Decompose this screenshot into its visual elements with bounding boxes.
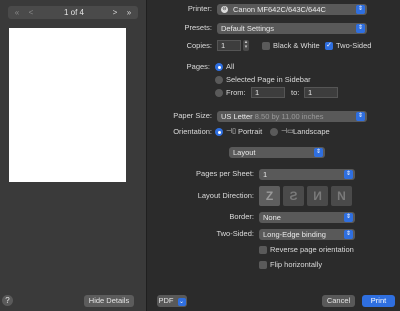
help-button[interactable]: ? bbox=[2, 295, 13, 306]
printer-value: Canon MF642C/643C/644C bbox=[233, 5, 326, 14]
border-label: Border: bbox=[229, 212, 254, 221]
hide-details-button[interactable]: Hide Details bbox=[84, 295, 134, 307]
two-sided-binding-select[interactable]: Long-Edge binding ⇕ bbox=[259, 229, 355, 240]
copies-stepper[interactable]: ▴ ▾ bbox=[243, 40, 249, 51]
to-field[interactable]: 1 bbox=[304, 87, 338, 98]
last-page-button[interactable]: » bbox=[122, 6, 136, 19]
pdf-menu-button[interactable]: PDF ⌄ bbox=[157, 295, 187, 307]
black-white-checkbox[interactable] bbox=[262, 42, 270, 50]
pages-selected-label: Selected Page in Sidebar bbox=[226, 75, 311, 84]
chevron-updown-icon: ⇕ bbox=[356, 5, 365, 14]
paper-size-value: US Letter bbox=[221, 112, 253, 121]
two-sided-binding-label: Two-Sided: bbox=[216, 229, 254, 238]
chevron-updown-icon: ⇕ bbox=[344, 230, 353, 239]
chevron-updown-icon: ⇕ bbox=[356, 24, 365, 33]
preview-pane: « < 1 of 4 > » ? Hide Details bbox=[0, 0, 147, 311]
from-field[interactable]: 1 bbox=[251, 87, 285, 98]
portrait-label: Portrait bbox=[238, 127, 263, 136]
layout-s-reverse-icon[interactable]: Ƨ bbox=[283, 186, 304, 206]
printer-icon: ⊖ bbox=[221, 6, 228, 13]
paper-size-label: Paper Size: bbox=[173, 111, 212, 120]
presets-value: Default Settings bbox=[221, 24, 274, 33]
print-settings-panel: Printer: ⊖ Canon MF642C/643C/644C ⇕ Pres… bbox=[147, 0, 400, 311]
layout-n-reverse-icon[interactable]: N bbox=[331, 186, 352, 206]
flip-horizontally-checkbox[interactable] bbox=[259, 261, 267, 269]
pages-selected-radio[interactable] bbox=[215, 76, 223, 84]
paper-size-dimensions: 8.50 by 11.00 inches bbox=[254, 112, 324, 121]
black-white-label: Black & White bbox=[273, 41, 320, 50]
chevron-updown-icon: ⇕ bbox=[356, 112, 365, 121]
landscape-label: Landscape bbox=[293, 127, 330, 136]
border-value: None bbox=[263, 213, 281, 222]
orientation-label: Orientation: bbox=[173, 127, 212, 136]
chevron-updown-icon: ⇕ bbox=[344, 170, 353, 179]
reverse-orientation-checkbox[interactable] bbox=[259, 246, 267, 254]
page-navigator: « < 1 of 4 > » bbox=[8, 6, 138, 19]
printer-select[interactable]: ⊖ Canon MF642C/643C/644C ⇕ bbox=[217, 4, 367, 15]
chevron-down-icon: ⌄ bbox=[177, 298, 186, 306]
previous-page-button[interactable]: < bbox=[24, 6, 38, 19]
pages-per-sheet-value: 1 bbox=[263, 170, 268, 179]
two-sided-label: Two-Sided bbox=[336, 41, 372, 50]
cancel-button[interactable]: Cancel bbox=[322, 295, 355, 307]
pages-per-sheet-select[interactable]: 1 ⇕ bbox=[259, 169, 355, 180]
layout-z-icon[interactable]: Z bbox=[259, 186, 280, 206]
pages-label: Pages: bbox=[186, 62, 210, 71]
from-label: From: bbox=[226, 88, 246, 97]
flip-horizontally-label: Flip horizontally bbox=[270, 260, 323, 269]
pages-per-sheet-label: Pages per Sheet: bbox=[196, 169, 254, 178]
portrait-icon: ⊣▯ bbox=[226, 128, 236, 135]
presets-label: Presets: bbox=[184, 23, 212, 32]
copies-label: Copies: bbox=[186, 41, 212, 50]
paper-size-select[interactable]: US Letter 8.50 by 11.00 inches ⇕ bbox=[217, 111, 367, 122]
copies-field[interactable]: 1 bbox=[217, 40, 241, 51]
page-counter: 1 of 4 bbox=[63, 8, 84, 17]
pages-all-label: All bbox=[226, 62, 235, 71]
landscape-radio[interactable] bbox=[270, 128, 278, 136]
chevron-updown-icon: ⇕ bbox=[314, 148, 323, 157]
first-page-button[interactable]: « bbox=[10, 6, 24, 19]
layout-direction-label: Layout Direction: bbox=[197, 191, 254, 200]
border-select[interactable]: None ⇕ bbox=[259, 212, 355, 223]
presets-select[interactable]: Default Settings ⇕ bbox=[217, 23, 367, 34]
pages-all-radio[interactable] bbox=[215, 63, 223, 71]
portrait-radio[interactable] bbox=[215, 128, 223, 136]
reverse-orientation-label: Reverse page orientation bbox=[270, 245, 354, 254]
print-button[interactable]: Print bbox=[362, 295, 395, 307]
page-preview bbox=[9, 28, 126, 182]
layout-n-icon[interactable]: И bbox=[307, 186, 328, 206]
next-page-button[interactable]: > bbox=[108, 6, 122, 19]
section-value: Layout bbox=[233, 148, 256, 157]
two-sided-checkbox[interactable]: ✓ bbox=[325, 42, 333, 50]
pdf-label: PDF bbox=[158, 296, 174, 305]
two-sided-binding-value: Long-Edge binding bbox=[263, 230, 326, 239]
pages-from-radio[interactable] bbox=[215, 89, 223, 97]
chevron-updown-icon: ⇕ bbox=[344, 213, 353, 222]
landscape-icon: ⊣▭ bbox=[281, 128, 294, 135]
printer-label: Printer: bbox=[187, 4, 212, 13]
section-select[interactable]: Layout ⇕ bbox=[229, 147, 325, 158]
to-label: to: bbox=[291, 88, 300, 97]
